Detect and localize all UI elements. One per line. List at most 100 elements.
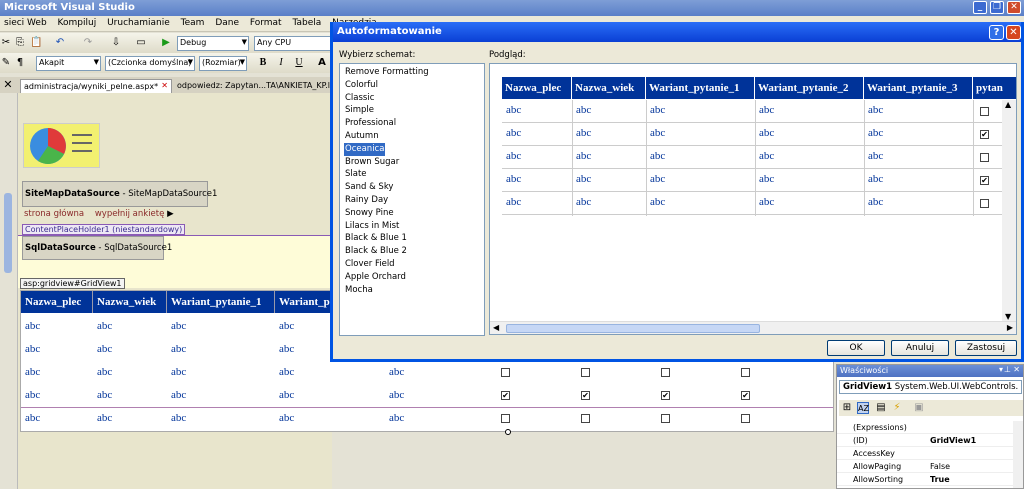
menu-item-data[interactable]: Dane — [211, 16, 243, 31]
pin-icon[interactable]: ⊥ — [1004, 365, 1011, 374]
scheme-item[interactable]: Snowy Pine — [344, 207, 480, 220]
menu-item-web[interactable]: sieci Web — [0, 16, 51, 31]
redo-icon[interactable]: ↷ — [82, 37, 94, 49]
menu-link-home[interactable]: strona główna — [24, 209, 84, 219]
dropdown-icon[interactable]: ▾ — [999, 365, 1003, 374]
size-select[interactable]: (Rozmiar) ▼ — [199, 56, 247, 71]
scheme-item[interactable]: Lilacs in Mist — [344, 220, 480, 233]
gridview-tag[interactable]: asp:gridview#GridView1 — [20, 278, 125, 289]
minimize-icon[interactable]: _ — [973, 1, 987, 14]
navigate-icon[interactable]: ⇩ — [110, 37, 122, 49]
resize-handle[interactable] — [505, 429, 511, 435]
events-icon[interactable]: ⚡ — [891, 402, 903, 414]
copy-icon[interactable]: ⎘ — [14, 37, 26, 49]
restore-icon[interactable]: ❐ — [990, 1, 1004, 14]
close-icon[interactable]: ✕ — [2, 79, 14, 91]
pencil-icon[interactable]: ✎ — [0, 57, 12, 69]
grid-checkbox[interactable]: ✔ — [661, 391, 670, 400]
menu-link-survey[interactable]: wypełnij ankietę — [95, 209, 165, 219]
chevron-left-icon[interactable]: ◀ — [493, 323, 499, 332]
tab-wyniki-pelne[interactable]: administracja/wyniki_pelne.aspx* ✕ — [20, 79, 172, 93]
platform-select[interactable]: Any CPU — [254, 36, 332, 51]
menu-item-build[interactable]: Kompiluj — [54, 16, 101, 31]
scheme-item[interactable]: Brown Sugar — [344, 156, 480, 169]
chevron-right-icon[interactable]: ▶ — [1007, 323, 1013, 332]
grid-checkbox[interactable] — [581, 368, 590, 377]
italic-icon[interactable]: I — [275, 57, 287, 69]
scheme-item[interactable]: Simple — [344, 104, 480, 117]
paste-icon[interactable]: 📋 — [30, 37, 42, 49]
font-color-icon[interactable]: A — [316, 57, 328, 69]
scheme-item[interactable]: Apple Orchard — [344, 271, 480, 284]
property-row[interactable]: AllowPaging False — [837, 460, 1023, 473]
sitemap-datasource-control[interactable]: SiteMapDataSource - SiteMapDataSource1 — [22, 181, 217, 207]
property-value[interactable]: False — [930, 462, 950, 471]
scheme-item-selected[interactable]: Oceanica — [344, 142, 386, 156]
chevron-down-icon[interactable]: ▼ — [1005, 312, 1011, 321]
apply-button[interactable]: Zastosuj — [955, 340, 1017, 356]
scheme-item[interactable]: Autumn — [344, 130, 480, 143]
grid-checkbox[interactable] — [581, 414, 590, 423]
grid-checkbox[interactable] — [501, 414, 510, 423]
block-format-select[interactable]: Akapit ▼ — [36, 56, 101, 71]
grid-checkbox[interactable]: ✔ — [581, 391, 590, 400]
cancel-button[interactable]: Anuluj — [891, 340, 949, 356]
toolbox-strip[interactable] — [0, 93, 18, 489]
toolbox-scroll-thumb[interactable] — [4, 193, 12, 273]
chevron-up-icon[interactable]: ▲ — [1005, 100, 1011, 109]
help-icon[interactable]: ? — [989, 25, 1004, 40]
object-selector[interactable]: GridView1 System.Web.UI.WebControls. — [839, 380, 1022, 394]
scheme-item[interactable]: Black & Blue 1 — [344, 232, 480, 245]
menu-item-format[interactable]: Format — [246, 16, 286, 31]
menu-item-debug[interactable]: Uruchamianie — [103, 16, 174, 31]
horizontal-scrollbar[interactable]: ◀ ▶ — [490, 321, 1016, 334]
scheme-item[interactable]: Mocha — [344, 284, 480, 297]
column-header[interactable]: Nazwa_plec — [21, 291, 93, 313]
scheme-item[interactable]: Classic — [344, 92, 480, 105]
tab-odpowiedz[interactable]: odpowiedz: Zapytan...TA\ANKIETA_KP.l — [174, 79, 332, 93]
vertical-scrollbar[interactable]: ▲ ▼ — [1002, 100, 1016, 321]
scheme-item[interactable]: Slate — [344, 168, 480, 181]
close-icon[interactable]: ✕ — [1007, 1, 1021, 14]
grid-checkbox[interactable]: ✔ — [741, 391, 750, 400]
scheme-item[interactable]: Remove Formatting — [344, 66, 480, 79]
scheme-list[interactable]: Remove Formatting Colorful Classic Simpl… — [339, 63, 485, 336]
window-icon[interactable]: ▭ — [135, 37, 147, 49]
scroll-thumb[interactable] — [506, 324, 760, 333]
undo-icon[interactable]: ↶ — [54, 37, 66, 49]
menu-item-team[interactable]: Team — [177, 16, 209, 31]
content-placeholder-tag[interactable]: ContentPlaceHolder1 (niestandardowy) — [22, 224, 186, 235]
property-value[interactable]: True — [930, 475, 950, 484]
scheme-item[interactable]: Sand & Sky — [344, 181, 480, 194]
scheme-item[interactable]: Black & Blue 2 — [344, 245, 480, 258]
sql-datasource-control[interactable]: SqlDataSource - SqlDataSource1 — [22, 236, 172, 260]
close-icon[interactable]: ✕ — [1006, 25, 1021, 40]
bold-icon[interactable]: B — [257, 57, 269, 69]
scheme-item[interactable]: Rainy Day — [344, 194, 480, 207]
property-pages-icon[interactable]: ▣ — [913, 402, 925, 414]
grid-checkbox[interactable] — [501, 368, 510, 377]
grid-checkbox[interactable] — [661, 414, 670, 423]
property-row[interactable]: (ID) GridView1 — [837, 434, 1023, 447]
grid-checkbox[interactable] — [661, 368, 670, 377]
property-value[interactable]: GridView1 — [930, 436, 976, 445]
font-select[interactable]: (Czcionka domyślna) ▼ — [105, 56, 195, 71]
scheme-item[interactable]: Clover Field — [344, 258, 480, 271]
configuration-select[interactable]: Debug ▼ — [177, 36, 249, 51]
format-icon[interactable]: ¶ — [14, 57, 26, 69]
categorized-icon[interactable]: ⊞ — [841, 402, 853, 414]
start-debug-icon[interactable]: ▶ — [160, 37, 172, 49]
cut-icon[interactable]: ✂ — [0, 37, 12, 49]
scheme-item[interactable]: Colorful — [344, 79, 480, 92]
property-row[interactable]: AccessKey — [837, 447, 1023, 460]
properties-icon[interactable]: ▤ — [875, 402, 887, 414]
alphabetical-icon[interactable]: AZ — [857, 402, 869, 414]
column-header[interactable]: Wariant_pytanie_1 — [167, 291, 275, 313]
scheme-item[interactable]: Professional — [344, 117, 480, 130]
column-header[interactable]: Nazwa_wiek — [93, 291, 167, 313]
close-icon[interactable]: ✕ — [161, 81, 168, 90]
property-row[interactable]: AllowSorting True — [837, 473, 1023, 486]
grid-checkbox[interactable] — [741, 368, 750, 377]
column-header[interactable]: Wariant_p — [275, 291, 335, 313]
property-row[interactable]: (Expressions) — [837, 421, 1023, 434]
